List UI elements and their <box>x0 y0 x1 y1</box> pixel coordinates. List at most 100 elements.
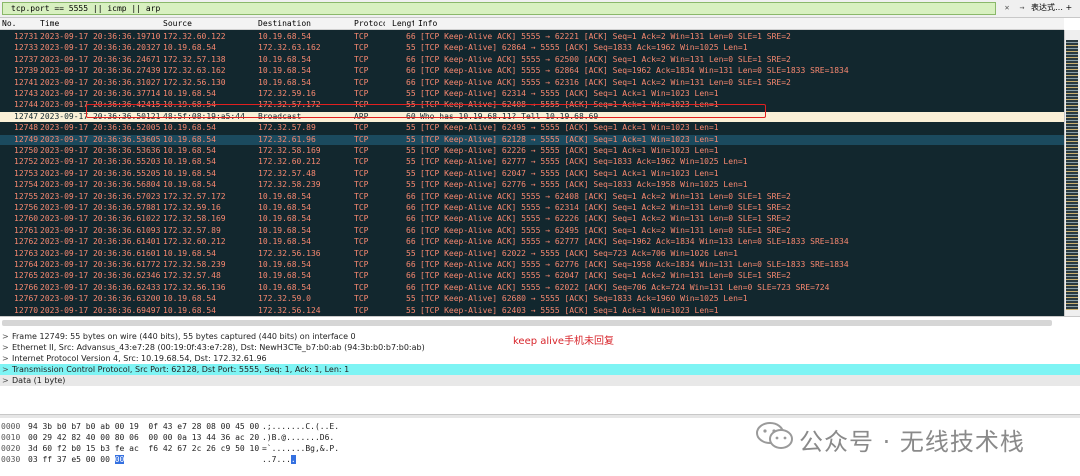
clear-filter-icon[interactable]: ✕ <box>1001 3 1013 13</box>
cell-destination: 10.19.68.54 <box>258 191 311 201</box>
detail-text: Data (1 byte) <box>12 376 66 385</box>
cell-protocol: TCP <box>354 260 369 269</box>
cell-protocol: TCP <box>354 180 369 190</box>
cell-destination: 10.19.68.54 <box>258 32 311 41</box>
packet-row[interactable]: 12750 2023-09-17 20:36:36.536365 10.19.68.… <box>0 146 1064 156</box>
hex-bytes[interactable]: 00 29 42 82 40 00 80 06 00 00 0a 13 44 3… <box>28 433 259 443</box>
cell-no: 12764 <box>14 260 38 269</box>
hex-ascii-text: .)B.@.......D6. <box>262 433 340 442</box>
cell-length: 66 <box>406 237 416 247</box>
selected-byte[interactable]: 00 <box>114 455 125 464</box>
expand-arrow-icon[interactable]: > <box>2 342 9 353</box>
hex-ascii[interactable]: .)B.@.......D6. <box>262 433 339 443</box>
hex-ascii[interactable]: ..7.... <box>262 455 296 465</box>
packet-row[interactable]: 12754 2023-09-17 20:36:36.568046 10.19.68.… <box>0 180 1064 190</box>
cell-time: 2023-09-17 20:36:36.552037 <box>40 157 160 167</box>
apply-filter-icon[interactable]: → <box>1016 3 1028 13</box>
cell-source: 10.19.68.54 <box>163 123 216 133</box>
detail-tree-item[interactable]: > Transmission Control Protocol, Src Port… <box>0 364 1080 375</box>
cell-time: 2023-09-17 20:36:36.310271 <box>40 77 160 87</box>
cell-destination: 10.19.68.54 <box>258 66 311 76</box>
packet-minimap[interactable] <box>1066 40 1078 310</box>
column-header-length[interactable]: Length <box>392 18 414 29</box>
packet-row[interactable]: 12737 2023-09-17 20:36:36.246713 172.32.57… <box>0 55 1064 65</box>
horizontal-scrollbar[interactable] <box>0 316 1080 329</box>
cell-time: 2023-09-17 20:36:36.632000 <box>40 294 160 304</box>
packet-row[interactable]: 12766 2023-09-17 20:36:36.624335 172.32.56… <box>0 283 1064 293</box>
expand-arrow-icon[interactable]: > <box>2 331 9 342</box>
hex-bytes[interactable]: 3d 60 f2 b0 15 b3 fe ac f6 42 67 2c 26 c… <box>28 444 259 454</box>
cell-source: 10.19.68.54 <box>163 146 216 155</box>
scroll-thumb[interactable] <box>2 320 1052 326</box>
packet-row[interactable]: 12755 2023-09-17 20:36:36.570233 172.32.57… <box>0 192 1064 202</box>
cell-destination: 10.19.68.54 <box>258 54 311 64</box>
cell-length: 55 <box>406 89 416 98</box>
cell-no: 12770 <box>14 305 38 315</box>
detail-text: Internet Protocol Version 4, Src: 10.19.… <box>12 354 267 363</box>
packet-list-header: No. Time Source Destination Protocol Len… <box>0 18 1064 30</box>
column-header-protocol[interactable]: Protocol <box>354 18 385 29</box>
display-filter-input[interactable]: tcp.port == 5555 || icmp || arp <box>2 2 996 15</box>
cell-destination: 172.32.60.212 <box>258 157 321 167</box>
packet-row[interactable]: 12763 2023-09-17 20:36:36.616013 10.19.68.… <box>0 249 1064 259</box>
cell-length: 55 <box>406 180 416 190</box>
detail-tree-item[interactable]: > Internet Protocol Version 4, Src: 10.19… <box>0 353 1080 364</box>
packet-row[interactable]: 12765 2023-09-17 20:36:36.623469 172.32.57… <box>0 271 1064 281</box>
cell-source: 10.19.68.54 <box>163 43 216 53</box>
packet-row[interactable]: 12762 2023-09-17 20:36:36.614012 172.32.60… <box>0 237 1064 247</box>
cell-protocol: TCP <box>354 32 369 41</box>
cell-no: 12739 <box>14 66 38 76</box>
packet-row[interactable]: 12760 2023-09-17 20:36:36.610222 172.32.58… <box>0 214 1064 224</box>
column-header-time[interactable]: Time <box>40 18 160 29</box>
cell-no: 12752 <box>14 157 38 167</box>
hex-bytes[interactable]: 03 ff 37 e5 00 00 00 <box>28 455 125 465</box>
packet-row[interactable]: 12739 2023-09-17 20:36:36.274394 172.32.63… <box>0 66 1064 76</box>
hex-ascii[interactable]: =`.......Bg,&.P. <box>262 444 339 454</box>
cell-source: 172.32.59.16 <box>163 203 221 212</box>
cell-protocol: TCP <box>354 214 369 224</box>
packet-row[interactable]: 12749 2023-09-17 20:36:36.536052 10.19.68.… <box>0 134 1064 145</box>
cell-protocol: TCP <box>354 157 369 167</box>
cell-protocol: TCP <box>354 203 369 212</box>
cell-no: 12761 <box>14 225 38 235</box>
column-header-source[interactable]: Source <box>163 18 255 29</box>
hex-ascii[interactable]: .;.......C.(..E. <box>262 422 339 432</box>
packet-row[interactable]: 12761 2023-09-17 20:36:36.610934 172.32.57… <box>0 226 1064 236</box>
expand-arrow-icon[interactable]: > <box>2 375 9 386</box>
hex-bytes-text: 94 3b b0 b7 b0 ab 00 19 0f 43 e7 28 08 0… <box>28 422 260 431</box>
packet-row[interactable]: 12731 2023-09-17 20:36:36.197105 172.32.60… <box>0 32 1064 42</box>
detail-tree-item[interactable]: > Data (1 byte) <box>0 375 1080 386</box>
expand-arrow-icon[interactable]: > <box>2 364 9 375</box>
packet-row[interactable]: 12753 2023-09-17 20:36:36.552056 10.19.68.… <box>0 169 1064 179</box>
cell-source: 172.32.56.130 <box>163 77 226 87</box>
expression-button[interactable]: 表达式… + <box>1031 2 1075 14</box>
packet-row[interactable]: 12764 2023-09-17 20:36:36.617729 172.32.58… <box>0 260 1064 270</box>
packet-row[interactable]: 12743 2023-09-17 20:36:36.377148 10.19.68.… <box>0 89 1064 99</box>
packet-row[interactable]: 12752 2023-09-17 20:36:36.552037 10.19.68.… <box>0 157 1064 167</box>
cell-source: 10.19.68.54 <box>163 157 216 167</box>
packet-row[interactable]: 12748 2023-09-17 20:36:36.520056 10.19.68.… <box>0 123 1064 133</box>
cell-length: 55 <box>406 294 416 304</box>
cell-info: [TCP Keep-Alive ACK] 5555 → 62776 [ACK] … <box>420 260 849 269</box>
packet-row[interactable]: 12733 2023-09-17 20:36:36.203278 10.19.68.… <box>0 43 1064 53</box>
cell-protocol: TCP <box>354 294 369 304</box>
annotation-text: keep alive手机未回复 <box>513 336 615 347</box>
cell-source: 172.32.63.162 <box>163 66 226 76</box>
packet-row[interactable]: 12756 2023-09-17 20:36:36.578810 172.32.59… <box>0 203 1064 213</box>
column-header-info[interactable]: Info <box>418 18 618 29</box>
cell-source: 172.32.57.172 <box>163 191 226 201</box>
cell-info: [TCP Keep-Alive ACK] 5555 → 62864 [ACK] … <box>420 66 849 76</box>
packet-row[interactable]: 12741 2023-09-17 20:36:36.310271 172.32.56… <box>0 78 1064 88</box>
packet-row[interactable]: 12767 2023-09-17 20:36:36.632000 10.19.68.… <box>0 294 1064 304</box>
cell-destination: 10.19.68.54 <box>258 203 311 212</box>
display-filter-bar: tcp.port == 5555 || icmp || arp ✕ → 表达式…… <box>0 0 1080 18</box>
column-header-destination[interactable]: Destination <box>258 18 352 29</box>
hex-bytes[interactable]: 94 3b b0 b7 b0 ab 00 19 0f 43 e7 28 08 0… <box>28 422 259 432</box>
expand-arrow-icon[interactable]: > <box>2 353 9 364</box>
watermark: 公众号 · 无线技术栈 <box>755 416 1080 456</box>
packet-row[interactable]: 12770 2023-09-17 20:36:36.694976 10.19.68.… <box>0 306 1064 316</box>
column-header-no[interactable]: No. <box>2 18 38 29</box>
cell-protocol: TCP <box>354 191 369 201</box>
selected-ascii[interactable]: . <box>290 455 296 464</box>
packet-list[interactable]: 12731 2023-09-17 20:36:36.197105 172.32.60… <box>0 30 1064 316</box>
